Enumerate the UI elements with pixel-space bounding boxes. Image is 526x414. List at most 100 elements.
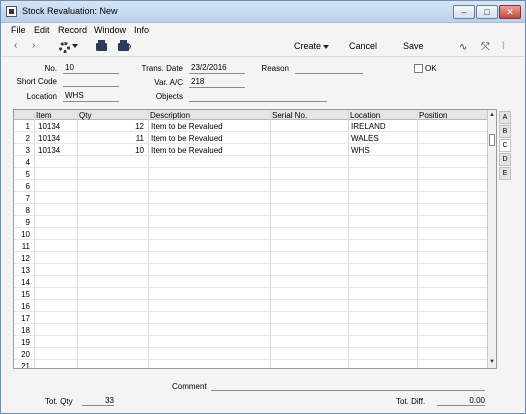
scroll-thumb[interactable]	[489, 134, 495, 146]
cell-item[interactable]: 10134	[38, 122, 76, 131]
short-code-field[interactable]	[63, 76, 119, 87]
cell-num: 14	[21, 278, 30, 287]
vertical-scrollbar[interactable]: ▲ ▼	[487, 110, 496, 368]
cell-num: 10	[21, 230, 30, 239]
gear-menu-caret-icon[interactable]	[72, 44, 78, 48]
table-row[interactable]: 15	[14, 288, 487, 300]
paperclip-icon[interactable]: ⌇	[501, 41, 506, 52]
menu-record[interactable]: Record	[58, 25, 87, 35]
next-record-icon[interactable]: ›	[32, 40, 35, 51]
table-row[interactable]: 10	[14, 228, 487, 240]
cell-num: 12	[21, 254, 30, 263]
cell-description[interactable]: Item to be Revalued	[151, 122, 269, 131]
tot-qty-label: Tot. Qty	[45, 397, 73, 406]
cell-location[interactable]: WALES	[351, 134, 416, 143]
previous-record-icon[interactable]: ‹	[14, 40, 17, 51]
cell-description[interactable]: Item to be Revalued	[151, 134, 269, 143]
app-icon	[6, 6, 17, 17]
menu-info[interactable]: Info	[134, 25, 149, 35]
col-header-position[interactable]: Position	[419, 111, 447, 120]
no-field[interactable]: 10	[63, 63, 119, 74]
tab-b[interactable]: B	[499, 125, 511, 138]
cell-num: 21	[21, 362, 30, 369]
col-header-description[interactable]: Description	[150, 111, 190, 120]
table-row[interactable]: 7	[14, 192, 487, 204]
table-row[interactable]: 2 10134 11 Item to be Revalued WALES	[14, 132, 487, 144]
tab-d[interactable]: D	[499, 153, 511, 166]
stock-revaluation-window: Stock Revaluation: New – □ ✕ File Edit R…	[0, 0, 526, 414]
objects-label: Objects	[155, 92, 183, 101]
short-code-label: Short Code	[16, 77, 57, 86]
menu-file[interactable]: File	[11, 25, 26, 35]
ok-checkbox[interactable]	[414, 64, 423, 73]
comment-label: Comment	[172, 382, 207, 391]
trans-date-field[interactable]: 23/2/2016	[189, 63, 245, 74]
reason-field[interactable]	[295, 63, 363, 74]
table-row[interactable]: 21	[14, 360, 487, 369]
minimize-button[interactable]: –	[453, 5, 475, 19]
col-header-qty[interactable]: Qty	[79, 111, 91, 120]
table-row[interactable]: 8	[14, 204, 487, 216]
item-grid: Item Qty Description Serial No. Location…	[13, 109, 497, 369]
table-row[interactable]: 16	[14, 300, 487, 312]
cell-location[interactable]: IRELAND	[351, 122, 416, 131]
create-button-label: Create	[294, 41, 322, 51]
cell-num: 6	[25, 182, 30, 191]
cell-num: 8	[25, 206, 30, 215]
print-icon[interactable]	[96, 40, 107, 51]
table-row[interactable]: 11	[14, 240, 487, 252]
col-header-serial-no[interactable]: Serial No.	[272, 111, 307, 120]
tab-c[interactable]: C	[499, 139, 511, 152]
cell-num: 16	[21, 302, 30, 311]
table-row[interactable]: 5	[14, 168, 487, 180]
chevron-down-icon	[323, 44, 330, 49]
cell-description[interactable]: Item to be Revalued	[151, 146, 269, 155]
close-button[interactable]: ✕	[499, 5, 521, 19]
cancel-button[interactable]: Cancel	[349, 41, 377, 51]
cell-item[interactable]: 10134	[38, 134, 76, 143]
table-row[interactable]: 3 10134 10 Item to be Revalued WHS	[14, 144, 487, 156]
toolbar: ‹ › Create Cancel Save ∿ ⤧ ⌇	[1, 37, 525, 57]
cell-item[interactable]: 10134	[38, 146, 76, 155]
location-field[interactable]: WHS	[63, 91, 119, 102]
table-row[interactable]: 1 10134 12 Item to be Revalued IRELAND	[14, 120, 487, 132]
pulse-icon[interactable]: ∿	[459, 42, 467, 53]
table-row[interactable]: 19	[14, 336, 487, 348]
cell-qty[interactable]: 12	[80, 122, 144, 131]
save-button[interactable]: Save	[403, 41, 424, 51]
objects-field[interactable]	[189, 91, 327, 102]
table-row[interactable]: 18	[14, 324, 487, 336]
comment-field[interactable]	[211, 381, 485, 391]
var-ac-field[interactable]: 218	[189, 77, 245, 88]
cell-location[interactable]: WHS	[351, 146, 416, 155]
gear-icon[interactable]	[59, 42, 70, 53]
cell-num: 17	[21, 314, 30, 323]
table-row[interactable]: 20	[14, 348, 487, 360]
menu-edit[interactable]: Edit	[34, 25, 50, 35]
tab-a[interactable]: A	[499, 111, 511, 124]
table-row[interactable]: 9	[14, 216, 487, 228]
cell-qty[interactable]: 11	[80, 134, 144, 143]
cell-num: 2	[25, 134, 30, 143]
menu-window[interactable]: Window	[94, 25, 126, 35]
cell-num: 3	[25, 146, 30, 155]
table-row[interactable]: 6	[14, 180, 487, 192]
table-row[interactable]: 13	[14, 264, 487, 276]
create-button[interactable]: Create	[294, 41, 330, 51]
cell-num: 18	[21, 326, 30, 335]
cell-qty[interactable]: 10	[80, 146, 144, 155]
table-row[interactable]: 12	[14, 252, 487, 264]
col-header-location[interactable]: Location	[350, 111, 380, 120]
scroll-up-icon[interactable]: ▲	[489, 112, 495, 118]
scroll-down-icon[interactable]: ▼	[489, 359, 495, 365]
table-row[interactable]: 17	[14, 312, 487, 324]
tab-e[interactable]: E	[499, 167, 511, 180]
var-ac-label: Var. A/C	[154, 78, 183, 87]
col-header-item[interactable]: Item	[36, 111, 52, 120]
maximize-button[interactable]: □	[476, 5, 498, 19]
expand-icon[interactable]: ⤧	[481, 41, 490, 54]
table-row[interactable]: 4	[14, 156, 487, 168]
table-row[interactable]: 14	[14, 276, 487, 288]
title-bar: Stock Revaluation: New – □ ✕	[1, 1, 525, 23]
cell-num: 7	[25, 194, 30, 203]
